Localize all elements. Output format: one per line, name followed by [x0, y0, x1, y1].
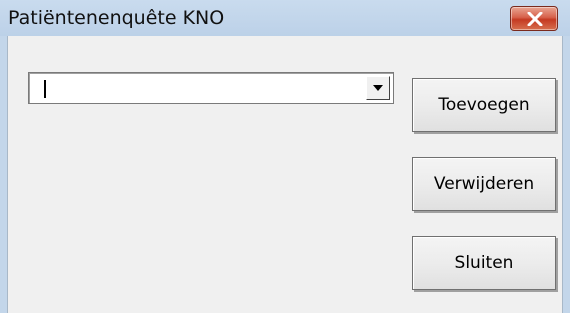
- dialog-window: Patiëntenenquête KNO Toevoegen Verwijder…: [0, 0, 570, 313]
- text-caret: [44, 80, 46, 98]
- combobox-text-input[interactable]: [33, 76, 365, 100]
- close-icon: [527, 12, 543, 26]
- title-bar[interactable]: Patiëntenenquête KNO: [0, 0, 570, 36]
- add-button[interactable]: Toevoegen: [412, 78, 556, 132]
- remove-button[interactable]: Verwijderen: [412, 157, 556, 211]
- patient-combobox[interactable]: [28, 72, 394, 104]
- chevron-down-icon: [373, 85, 383, 91]
- close-window-button[interactable]: [510, 6, 558, 31]
- window-title: Patiëntenenquête KNO: [8, 7, 225, 29]
- close-button[interactable]: Sluiten: [412, 236, 556, 290]
- combobox-dropdown-button[interactable]: [366, 76, 390, 100]
